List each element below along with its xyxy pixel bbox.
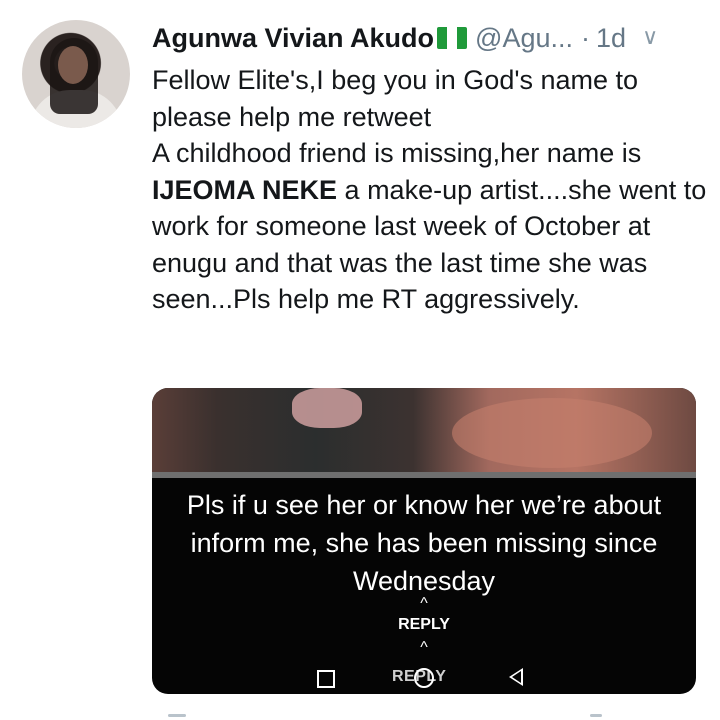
android-nav-bar: REPLY bbox=[152, 662, 696, 694]
media-caption: Pls if u see her or know her we’re about… bbox=[186, 490, 662, 596]
next-tweet-edge bbox=[160, 712, 660, 720]
avatar-face bbox=[58, 46, 88, 84]
tweet-header: Agunwa Vivian Akudo @Agu... · 1d ∨ bbox=[152, 18, 712, 58]
photo-crop bbox=[152, 388, 696, 472]
tweet-media-image[interactable]: Pls if u see her or know her we’re about… bbox=[152, 388, 696, 694]
home-icon bbox=[414, 668, 434, 688]
display-name[interactable]: Agunwa Vivian Akudo bbox=[152, 18, 434, 58]
tweet-text-before-name: A childhood friend is missing,her name i… bbox=[152, 138, 642, 168]
reply-label: REPLY bbox=[398, 616, 450, 633]
separator-dot: · bbox=[581, 23, 591, 53]
timestamp[interactable]: 1d bbox=[596, 18, 626, 58]
media-divider bbox=[152, 472, 696, 478]
chevron-down-icon[interactable]: ∨ bbox=[642, 17, 658, 57]
user-handle[interactable]: @Agu... bbox=[475, 18, 573, 58]
nigeria-flag-icon bbox=[437, 27, 468, 49]
back-icon bbox=[509, 668, 523, 686]
reply-arrow-icon: ^ bbox=[420, 595, 428, 612]
reply-arrow-icon-2: ^ bbox=[420, 639, 428, 656]
tweet-paragraph-1: Fellow Elite's,I beg you in God's name t… bbox=[152, 65, 639, 132]
missing-person-name: IJEOMA NEKE bbox=[152, 174, 338, 205]
tweet-paragraph-2: A childhood friend is missing,her name i… bbox=[152, 135, 707, 318]
tweet[interactable]: Agunwa Vivian Akudo @Agu... · 1d ∨ Fello… bbox=[0, 0, 720, 720]
recents-icon bbox=[317, 670, 335, 688]
avatar[interactable] bbox=[22, 20, 130, 128]
tweet-text: Fellow Elite's,I beg you in God's name t… bbox=[152, 62, 707, 318]
